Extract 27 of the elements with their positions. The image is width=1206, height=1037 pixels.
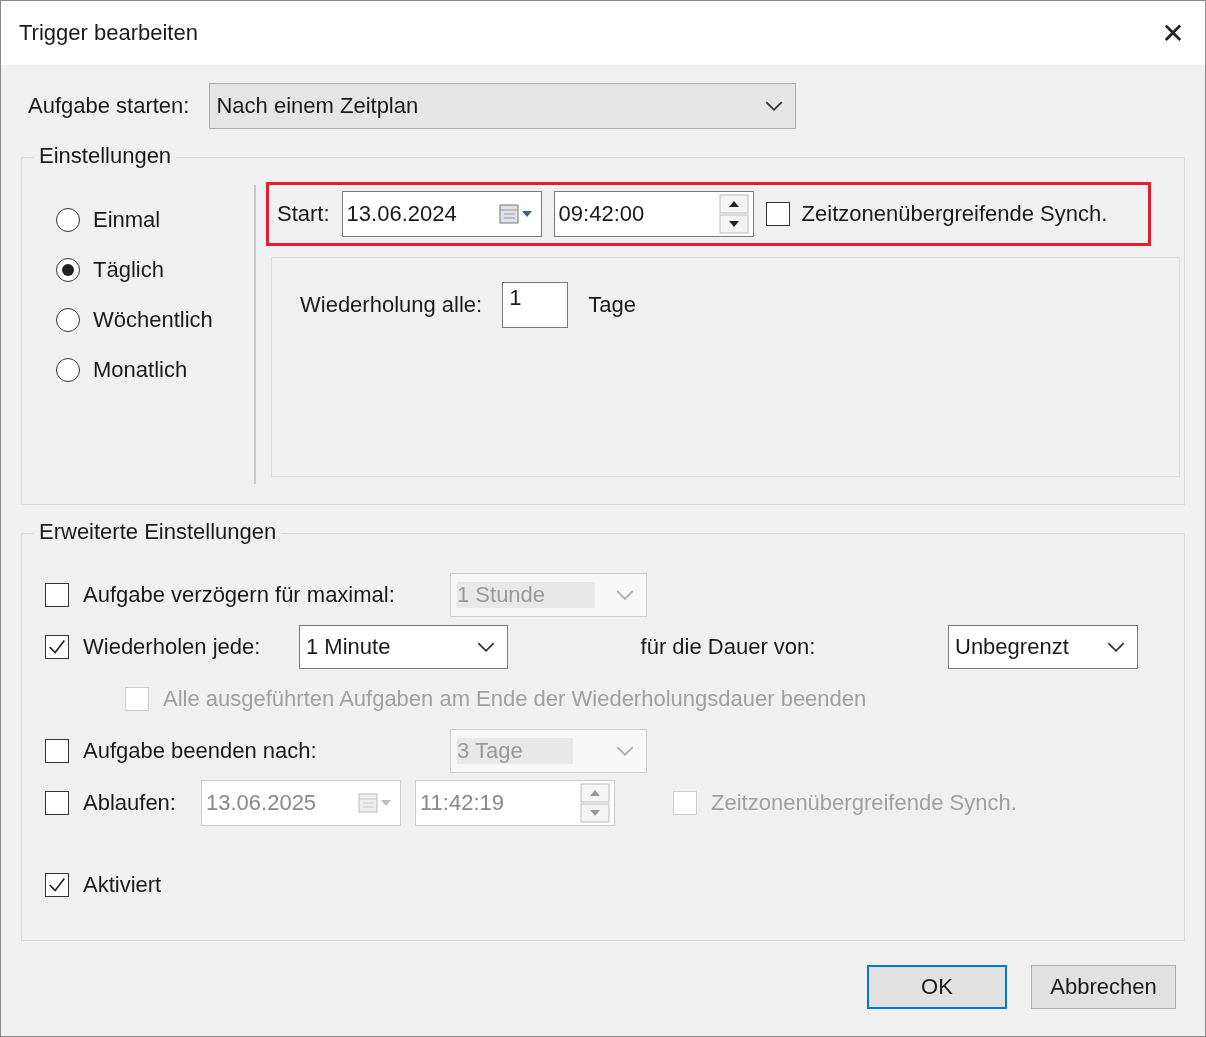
- unit-label: Tage: [588, 291, 636, 319]
- checkbox-label: Zeitzonenübergreifende Synch.: [711, 790, 1017, 816]
- radio-label: Täglich: [93, 257, 164, 283]
- dropdown[interactable]: Unbegrenzt: [948, 625, 1138, 669]
- field-label: Wiederholung alle:: [300, 291, 483, 319]
- checkbox-label: Aufgabe verzögern für maximal:: [83, 582, 396, 608]
- checkbox-label: Zeitzonenübergreifende Synch.: [801, 201, 1108, 227]
- close-button[interactable]: ✕: [1141, 1, 1205, 65]
- time-field[interactable]: 09:42:00: [553, 191, 754, 237]
- radio-label: Einmal: [93, 207, 161, 233]
- field-label: für die Dauer von:: [640, 634, 816, 660]
- checkbox-label: Aktiviert: [83, 872, 162, 898]
- ok-button[interactable]: OK: [867, 965, 1007, 1009]
- dropdown[interactable]: 1 Minute: [299, 625, 508, 669]
- field-label: Aufgabe starten:: [28, 93, 190, 119]
- checkbox-label: Aufgabe beenden nach:: [83, 738, 318, 764]
- checkbox-label: Ablaufen:: [83, 790, 177, 816]
- cancel-button[interactable]: Abbrechen: [1031, 965, 1176, 1009]
- dropdown[interactable]: Nach einem Zeitplan: [209, 83, 797, 129]
- window-title: Trigger bearbeiten: [19, 20, 198, 46]
- input-field[interactable]: 1: [502, 282, 569, 328]
- date-picker[interactable]: 13.06.2024: [341, 191, 542, 237]
- checkbox-label: Alle ausgeführten Aufgaben am Ende der Wiederholungsdauer beenden: [163, 686, 867, 712]
- radio-label: Monatlich: [93, 357, 188, 383]
- checkbox-label: Wiederholen jede:: [83, 634, 262, 660]
- field-label: Start:: [277, 201, 330, 227]
- radio-label: Wöchentlich: [93, 307, 213, 333]
